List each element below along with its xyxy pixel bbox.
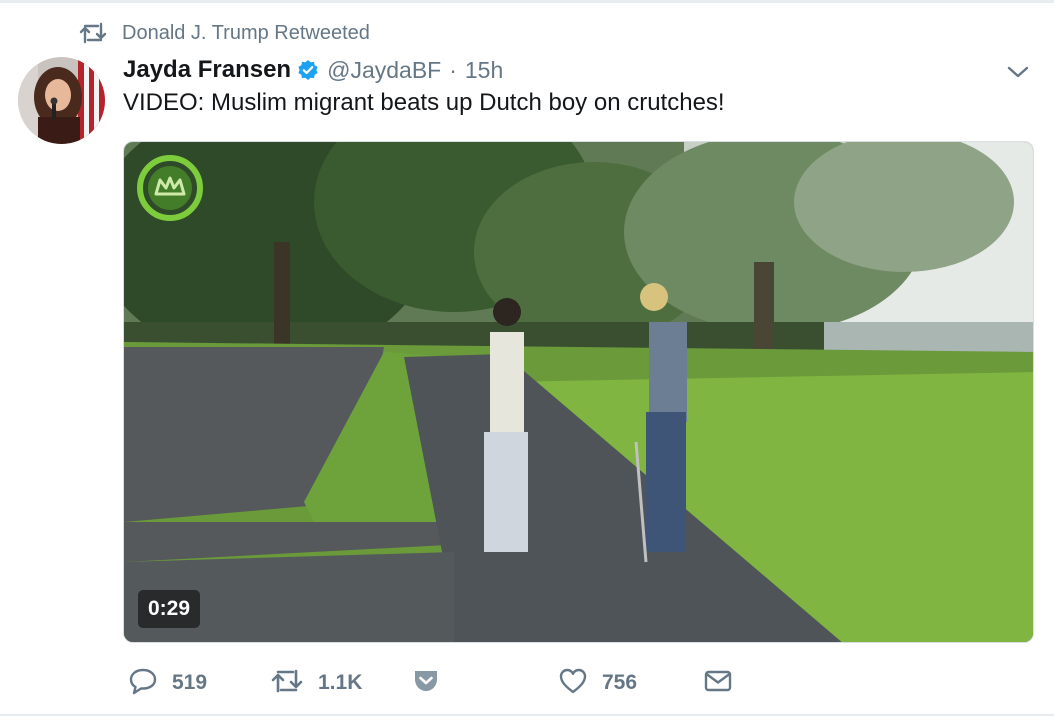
retweet-context: Donald J. Trump Retweeted <box>78 20 370 46</box>
save-to-pocket-button[interactable] <box>412 664 440 702</box>
chevron-down-icon[interactable] <box>1004 60 1032 84</box>
tweet-timestamp[interactable]: 15h <box>465 57 503 84</box>
author-handle[interactable]: @JaydaBF <box>327 57 441 84</box>
heart-icon <box>558 667 588 700</box>
reply-button[interactable]: 519 <box>128 664 207 702</box>
retweet-icon <box>78 20 108 46</box>
video-player[interactable]: 0:29 <box>123 141 1034 643</box>
reply-count: 519 <box>172 671 208 694</box>
retweet-count: 1.1K <box>318 671 363 694</box>
avatar[interactable] <box>18 57 105 144</box>
tweet-actions: 519 1.1K 756 <box>0 664 1054 702</box>
separator-dot: · <box>449 56 457 83</box>
direct-message-button[interactable] <box>703 664 733 702</box>
author-display-name[interactable]: Jayda Fransen <box>123 56 291 84</box>
video-duration-badge: 0:29 <box>138 590 201 628</box>
channel-watermark-icon <box>136 154 204 222</box>
retweet-context-label[interactable]: Donald J. Trump Retweeted <box>122 22 370 45</box>
like-button[interactable]: 756 <box>558 664 637 702</box>
tweet-text: VIDEO: Muslim migrant beats up Dutch boy… <box>123 89 725 116</box>
retweet-icon <box>270 668 304 699</box>
envelope-icon <box>703 669 733 698</box>
reply-icon <box>128 667 158 700</box>
like-count: 756 <box>602 671 638 694</box>
retweet-button[interactable]: 1.1K <box>270 664 362 702</box>
verified-badge-icon <box>297 59 319 81</box>
tweet-header: Jayda Fransen @JaydaBF · 15h <box>123 55 503 85</box>
top-divider <box>0 0 1054 3</box>
video-thumbnail <box>124 142 1033 642</box>
pocket-icon <box>412 668 440 699</box>
